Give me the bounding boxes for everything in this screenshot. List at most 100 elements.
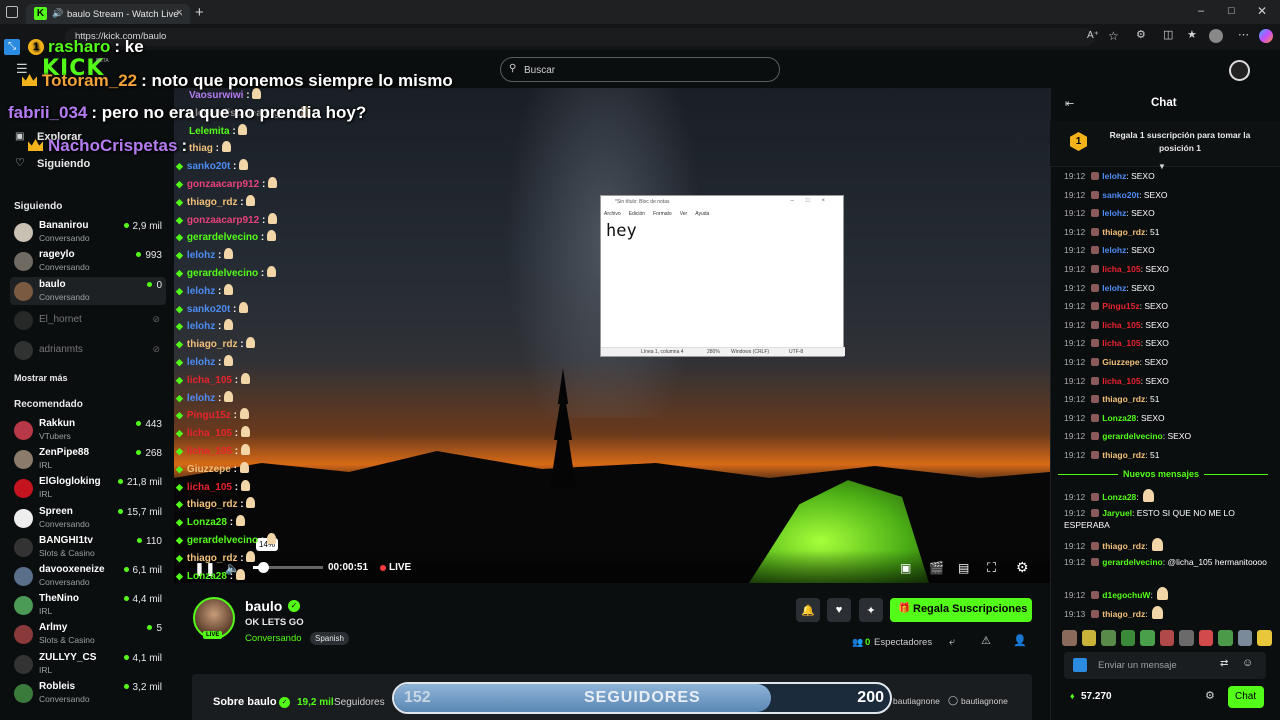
video-player[interactable]: *Sin título: Bloc de notas –□× Archivo Ed… [174,88,1050,583]
close-window-icon[interactable]: ✕ [1257,5,1267,17]
emote-icon[interactable] [1081,630,1097,646]
search-input[interactable]: ⚲ Buscar [500,57,780,82]
collapse-chat-icon[interactable]: ⇤ [1065,99,1074,110]
sidebar-channel[interactable]: TheNino IRL 4,4 mil [10,591,166,619]
chat-settings-icon[interactable]: ⚙ [1205,691,1215,702]
emote-icon[interactable] [1120,630,1136,646]
chat-username[interactable]: licha_105 [1102,376,1140,386]
show-more-link[interactable]: Mostrar más [14,373,68,383]
emote-icon[interactable] [1237,630,1253,646]
clip-icon[interactable]: 🎬 [929,562,944,574]
sidebar-channel[interactable]: baulo Conversando 0 [10,276,166,305]
emote-icon[interactable] [1198,630,1214,646]
notepad-content[interactable]: hey [606,221,637,241]
emote-icon[interactable] [1218,630,1233,646]
social-link-1[interactable]: bautiagnone [893,696,940,706]
chat-username[interactable]: Jaryuel [1102,508,1132,518]
sidebar-channel[interactable]: ZenPipe88 IRL 268 [10,445,166,473]
chat-username[interactable]: licha_105 [1102,320,1140,330]
profile-avatar[interactable] [1209,29,1223,43]
chat-username[interactable]: thiago_rdz [1102,394,1145,404]
sidebar-channel[interactable]: adrianmts ⊘ [10,336,166,364]
chat-username[interactable]: lelohz [1102,171,1126,181]
sidebar-channel[interactable]: rageylo Conversando 993 [10,247,166,275]
sidebar-channel[interactable]: Bananirou Conversando 2,9 mil [10,218,166,246]
emote-icon[interactable] [1062,630,1077,646]
language-tag[interactable]: Spanish [310,632,349,645]
notepad-menu-item[interactable]: Archivo [604,211,621,217]
chat-username[interactable]: thiago_rdz [1102,541,1145,551]
sidebar-channel[interactable]: BANGHI1tv Slots & Casino 110 [10,533,166,561]
chat-username[interactable]: gerardelvecino [1102,557,1162,567]
sidebar-channel[interactable]: ZULLYY_CS IRL 4,1 mil [10,650,166,678]
boost-button[interactable]: ✦ [859,598,883,622]
chat-username[interactable]: gerardelvecino [1102,431,1162,441]
share-icon[interactable]: ⤶ [949,637,955,648]
browser-tab[interactable]: K 🔊 baulo Stream - Watch Live o × [26,4,190,24]
chat-username[interactable]: lelohz [1102,208,1126,218]
maximize-icon[interactable]: □ [1228,6,1235,17]
new-tab-button[interactable]: + [195,5,204,20]
notepad-menu-item[interactable]: Edición [629,211,645,217]
sidebar-channel[interactable]: davooxeneize Conversando 6,1 mil [10,562,166,590]
chat-username[interactable]: thiago_rdz [1102,609,1145,619]
chat-username[interactable]: Lonza28 [1102,413,1136,423]
gift-subs-button[interactable]: 🎁 Regala Suscripciones [890,598,1032,622]
tab-close-icon[interactable]: × [176,7,182,19]
sidebar-channel[interactable]: Robleis Conversando 3,2 mil [10,679,166,707]
pinned-gift-banner[interactable]: 1 Regala 1 suscripción para tomar la pos… [1050,121,1280,167]
chat-username[interactable]: d1egochuW [1102,590,1150,600]
copilot-icon[interactable] [1259,29,1273,43]
nav-following[interactable]: Siguiendo [37,158,90,170]
window-menu-icon[interactable] [6,6,18,18]
minimize-icon[interactable]: – [1198,6,1204,17]
volume-slider[interactable] [253,562,323,573]
sidebar-channel[interactable]: Arlmy Slots & Casino 5 [10,620,166,648]
pip-icon[interactable]: ▣ [900,562,911,574]
chat-username[interactable]: sanko20t [1102,190,1139,200]
chat-username[interactable]: Giuzzepe [1102,357,1139,367]
volume-slider-knob[interactable] [257,562,269,573]
chat-username[interactable]: licha_105 [1102,338,1140,348]
emote-icon[interactable] [1257,630,1273,646]
sidebar-channel[interactable]: Rakkun VTubers 443 [10,416,166,444]
address-bar[interactable]: https://kick.com/baulo [65,28,1095,46]
report-icon[interactable]: ⚠ [981,636,991,647]
notepad-menu-item[interactable]: Formato [653,211,672,217]
read-aloud-icon[interactable]: A⁺ [1087,31,1099,41]
notepad-controls[interactable]: –□× [791,198,837,204]
user-avatar[interactable] [1229,60,1250,81]
chat-username[interactable]: Pingu15z [1102,301,1139,311]
chat-username[interactable]: lelohz [1102,245,1126,255]
chat-input[interactable]: Enviar un mensaje ⇄ ☺ [1064,652,1266,679]
channel-name[interactable]: baulo [245,598,282,614]
notepad-menu-item[interactable]: Ver [680,211,688,217]
translate-icon[interactable]: ⇄ [1220,658,1228,669]
sidebar-channel[interactable]: Spreen Conversando 15,7 mil [10,504,166,532]
chat-username[interactable]: thiago_rdz [1102,227,1145,237]
chat-username[interactable]: licha_105 [1102,264,1140,274]
favorites-icon[interactable]: ★ [1187,30,1197,41]
sidebar-channel[interactable]: ElGlogloking IRL 21,8 mil [10,474,166,502]
channel-points[interactable]: 57.270 [1081,691,1112,702]
notepad-menu-item[interactable]: Ayuda [695,211,709,217]
notifications-button[interactable]: 🔔 [796,598,820,622]
emote-icon[interactable] [1179,630,1194,646]
favorite-star-icon[interactable]: ☆ [1108,30,1119,42]
notepad-window[interactable]: *Sin título: Bloc de notas –□× Archivo Ed… [600,195,845,357]
chat-username[interactable]: Lonza28 [1102,492,1136,502]
chat-username[interactable]: thiago_rdz [1102,450,1145,460]
theater-mode-icon[interactable]: ▤ [958,562,969,574]
emoji-icon[interactable]: ☺ [1242,657,1253,669]
emote-icon[interactable] [1101,630,1116,646]
fullscreen-icon[interactable]: ⛶ [987,561,996,574]
expand-banner-icon[interactable]: ▼ [1158,163,1166,171]
settings-gear-icon[interactable]: ⚙ [1016,560,1029,574]
follow-button[interactable]: ♥ [827,598,851,622]
sidebar-channel[interactable]: El_hornet ⊘ [10,306,166,334]
send-chat-button[interactable]: Chat [1228,686,1264,708]
extensions-icon[interactable]: ⚙ [1136,30,1146,41]
emote-icon[interactable] [1140,630,1155,646]
more-icon[interactable]: ⋯ [1238,30,1249,41]
chat-username[interactable]: lelohz [1102,283,1126,293]
